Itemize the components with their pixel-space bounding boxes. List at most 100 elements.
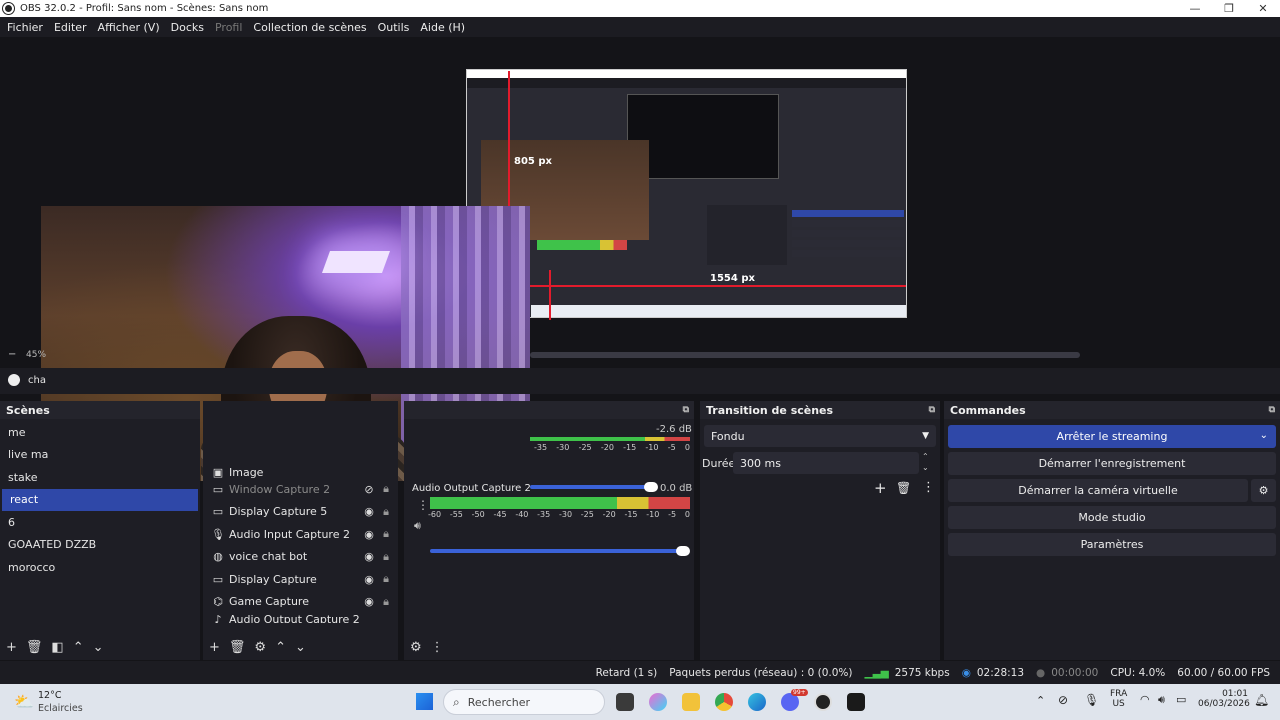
duration-spinner[interactable]: ⌃ ⌄ [922,451,929,473]
move-up-icon[interactable]: ⌃ [73,640,84,655]
source-item[interactable]: 🎙︎ Audio Input Capture 2 ◉ 🔒︎ [203,523,398,546]
scene-item[interactable]: live ma [0,444,200,467]
lock-icon[interactable]: 🔒︎ [378,527,394,541]
terminal-app-icon[interactable] [847,693,865,711]
virtual-camera-gear-icon[interactable]: ⚙ [1251,479,1276,502]
popout-icon[interactable]: ⧉ [929,405,935,415]
slider-knob[interactable] [644,482,658,492]
taskbar-search[interactable]: ⌕ Rechercher [443,689,605,715]
mixer-menu-icon[interactable]: ⋮ [431,640,444,655]
nested-obs-preview[interactable] [466,69,907,318]
clock[interactable]: 01:01 06/03/2026 [1198,689,1250,709]
language-indicator[interactable]: FRA US [1110,689,1127,709]
speaker-icon: ♪ [214,613,222,623]
move-down-icon[interactable]: ⌄ [93,640,104,655]
battery-icon[interactable]: ▭ [1176,693,1186,706]
obs-taskbar-icon[interactable] [814,693,832,711]
chevron-down-icon[interactable]: ⌄ [1260,430,1268,441]
transition-select[interactable]: Fondu ▼ [704,425,936,447]
duration-input[interactable]: 300 ms [733,452,919,474]
menu-collection-scenes[interactable]: Collection de scènes [253,21,366,34]
popout-icon[interactable]: ⧉ [683,405,689,415]
mixer-gear-icon[interactable]: ⚙ [410,640,422,655]
start-virtual-camera-button[interactable]: Démarrer la caméra virtuelle [948,479,1248,502]
eye-icon[interactable]: ◉ [360,505,378,518]
copilot-icon[interactable] [649,693,667,711]
network-off-icon[interactable]: ⊘ [1058,693,1068,707]
minimize-button[interactable]: — [1178,2,1212,15]
eye-icon[interactable]: ◉ [360,595,378,608]
add-transition-icon[interactable]: + [874,479,887,497]
weather-icon[interactable]: ⛅ [14,692,34,711]
scene-item[interactable]: 6 [0,511,200,534]
lock-icon[interactable]: 🔒︎ [378,505,394,519]
source-item[interactable]: ▭ Display Capture 5 ◉ 🔒︎ [203,501,398,524]
scene-item[interactable]: stake [0,466,200,489]
scene-item-selected[interactable]: react [2,488,198,511]
popout-icon[interactable]: ⧉ [1269,405,1275,415]
settings-button[interactable]: Paramètres [948,533,1276,556]
wifi-icon[interactable]: ◠ [1140,693,1150,706]
channel2-volume-slider[interactable] [430,546,690,556]
menu-fichier[interactable]: Fichier [7,21,43,34]
source-item[interactable]: ▣ Image [203,466,398,478]
menu-docks[interactable]: Docks [171,21,204,34]
tray-chevron-up-icon[interactable]: ⌃ [1036,694,1045,707]
menu-afficher[interactable]: Afficher (V) [98,21,160,34]
maximize-button[interactable]: ❐ [1212,2,1246,15]
scene-item[interactable]: GOAATED DZZB [0,534,200,557]
speaker-icon[interactable]: 🔊︎ [414,519,421,533]
scene-item[interactable]: me [0,421,200,444]
menu-editer[interactable]: Editer [54,21,87,34]
add-scene-icon[interactable]: + [6,640,17,655]
move-up-icon[interactable]: ⌃ [275,640,286,655]
lock-icon[interactable]: 🔒︎ [378,482,394,496]
delete-scene-icon[interactable]: 🗑 [26,640,43,655]
eye-icon[interactable]: ◉ [360,550,378,563]
add-source-icon[interactable]: + [209,640,220,655]
volume-icon[interactable]: 🔊︎ [1158,693,1165,707]
close-button[interactable]: ✕ [1246,2,1280,15]
eye-icon[interactable]: ◉ [360,573,378,586]
menu-profil[interactable]: Profil [215,21,242,34]
file-explorer-icon[interactable] [682,693,700,711]
source-item[interactable]: ⌬ Game Capture ◉ 🔒︎ [203,591,398,614]
stop-streaming-button[interactable]: Arrêter le streaming ⌄ [948,425,1276,448]
lock-icon[interactable]: 🔒︎ [378,550,394,564]
source-item[interactable]: ◍ voice chat bot ◉ 🔒︎ [203,546,398,569]
mic-tray-icon[interactable]: 🎙︎ [1084,693,1099,707]
menu-outils[interactable]: Outils [378,21,410,34]
ceiling-light [321,251,391,273]
menu-aide[interactable]: Aide (H) [420,21,465,34]
mic-icon: 🎙︎ [211,527,225,541]
move-down-icon[interactable]: ⌄ [295,640,306,655]
horizontal-guide-line [530,285,906,287]
transition-menu-icon[interactable]: ⋮ [922,480,935,495]
edge-icon[interactable] [748,693,766,711]
preview-horizontal-scrollbar[interactable] [530,352,1080,358]
delete-transition-icon[interactable]: 🗑 [896,481,911,495]
nested-menubar [467,78,906,88]
source-item[interactable]: ▭ Window Capture 2 ⊘ 🔒︎ [203,478,398,501]
scene-item[interactable]: morocco [0,556,200,579]
windows-start-icon[interactable] [416,693,433,710]
studio-mode-button[interactable]: Mode studio [948,506,1276,529]
start-recording-button[interactable]: Démarrer l'enregistrement [948,452,1276,475]
lock-icon[interactable]: 🔒︎ [378,595,394,609]
eye-icon[interactable]: ◉ [360,528,378,541]
slider-knob[interactable] [676,546,690,556]
notification-bell-icon[interactable]: 🔔︎ [1254,693,1269,707]
source-item[interactable]: ▭ Display Capture ◉ 🔒︎ [203,568,398,591]
chrome-icon[interactable] [715,693,733,711]
lock-icon[interactable]: 🔒︎ [378,572,394,586]
gear-icon[interactable]: ⚙ [254,640,266,655]
source-item[interactable]: ♪ Audio Output Capture 2 [203,613,398,623]
scene-filters-icon[interactable]: ◧ [51,640,63,655]
task-view-icon[interactable] [616,693,634,711]
delete-source-icon[interactable]: 🗑 [229,640,246,655]
zoom-out-button[interactable]: − [8,349,16,360]
channel1-volume-slider[interactable] [530,482,658,492]
nested-transition-panel [707,205,787,265]
hidden-eye-icon[interactable]: ⊘ [360,483,378,496]
window-icon: ▭ [212,482,224,496]
